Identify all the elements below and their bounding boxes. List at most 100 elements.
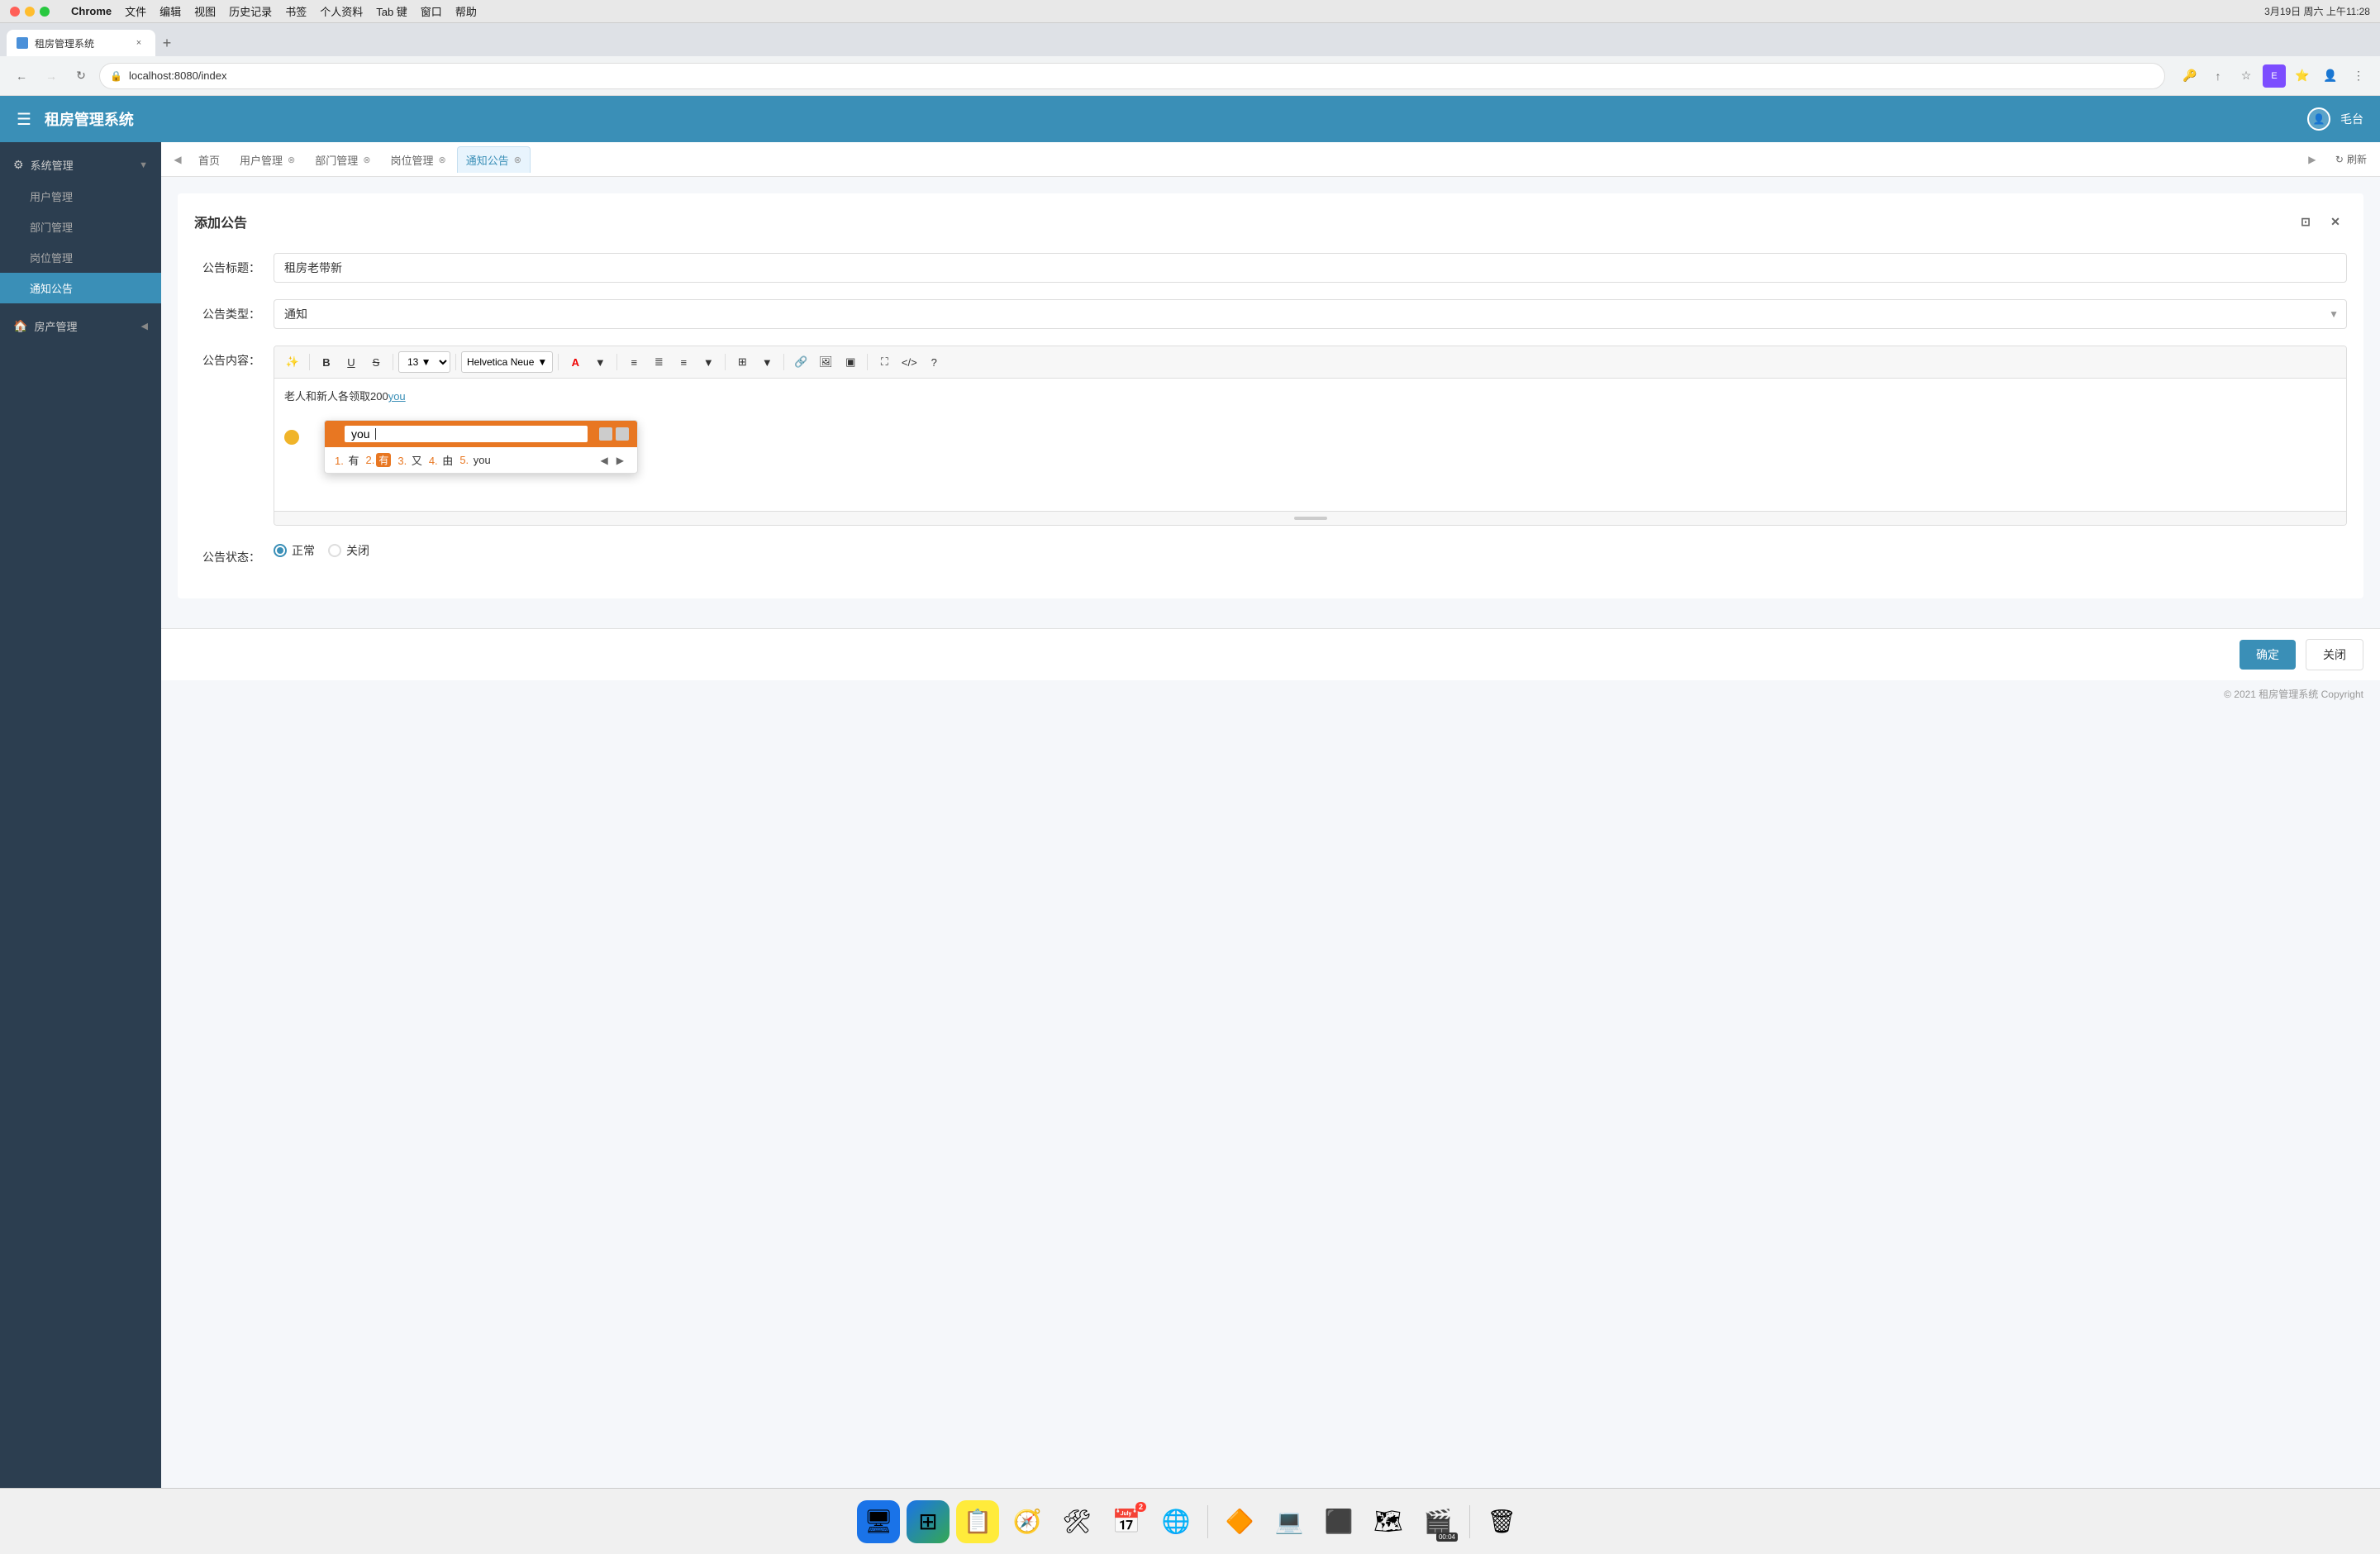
share-icon[interactable]: ↑ xyxy=(2206,64,2230,88)
editor-resize-handle[interactable] xyxy=(1294,517,1327,520)
forward-btn[interactable]: → xyxy=(40,64,63,88)
status-normal-radio[interactable]: 正常 xyxy=(274,542,315,559)
align-arrow[interactable]: ▼ xyxy=(697,351,720,373)
menu-profile[interactable]: 个人资料 xyxy=(320,3,363,19)
font-color-arrow[interactable]: ▼ xyxy=(588,351,612,373)
menu-history[interactable]: 历史记录 xyxy=(229,3,272,19)
menu-help[interactable]: 帮助 xyxy=(455,3,477,19)
ime-candidate-3[interactable]: 3. 又 xyxy=(397,452,421,468)
menu-dots-icon[interactable]: ⋮ xyxy=(2347,64,2370,88)
type-select[interactable]: 通知 公告 奖惩 xyxy=(274,299,2347,329)
dock-launchpad[interactable]: ⊞ xyxy=(907,1500,950,1543)
dock-chrome[interactable]: 🌐 xyxy=(1154,1500,1197,1543)
sidebar-item-notices[interactable]: 通知公告 xyxy=(0,273,161,303)
magic-btn[interactable]: ✨ xyxy=(281,351,304,373)
dock-terminal[interactable]: ⬛ xyxy=(1317,1500,1360,1543)
dock-maps[interactable]: 🗺 xyxy=(1367,1500,1410,1543)
reload-btn[interactable]: ↻ xyxy=(69,64,93,88)
dock-intellij[interactable]: 💻 xyxy=(1268,1500,1311,1543)
tab-pos-close[interactable]: ⊗ xyxy=(439,155,446,165)
close-panel-btn[interactable]: ✕ xyxy=(2324,210,2347,233)
editor-body[interactable]: 老人和新人各领取200you y xyxy=(274,379,2346,511)
video-btn[interactable]: ▣ xyxy=(839,351,862,373)
sidebar-section-system-header[interactable]: ⚙ 系统管理 ▼ xyxy=(0,149,161,181)
tab-home[interactable]: 首页 xyxy=(189,146,229,173)
ime-candidate-4[interactable]: 4. 由 xyxy=(429,452,453,468)
dock-trash[interactable]: 🗑 xyxy=(1480,1500,1523,1543)
ordered-list-btn[interactable]: ≣ xyxy=(647,351,670,373)
sidebar-item-departments[interactable]: 部门管理 xyxy=(0,212,161,242)
dock-notes[interactable]: 📋 xyxy=(956,1500,999,1543)
tab-positions[interactable]: 岗位管理 ⊗ xyxy=(381,146,455,173)
table-arrow[interactable]: ▼ xyxy=(755,351,778,373)
sidebar-item-users[interactable]: 用户管理 xyxy=(0,181,161,212)
menu-chrome[interactable]: Chrome xyxy=(71,5,112,17)
menu-file[interactable]: 文件 xyxy=(125,3,146,19)
user-profile-icon[interactable]: 👤 xyxy=(2319,64,2342,88)
ime-candidate-5[interactable]: 5. you xyxy=(459,454,490,466)
ime-candidate-1[interactable]: 1. 有 xyxy=(335,452,359,468)
menu-tab[interactable]: Tab 键 xyxy=(376,3,407,19)
confirm-btn[interactable]: 确定 xyxy=(2240,640,2296,670)
tab-dept-close[interactable]: ⊗ xyxy=(363,155,370,165)
new-tab-btn[interactable]: + xyxy=(155,31,178,55)
ime-prev-btn[interactable]: ◀ xyxy=(597,453,612,468)
sidebar-item-positions[interactable]: 岗位管理 xyxy=(0,242,161,273)
image-btn[interactable]: 🖼 xyxy=(814,351,837,373)
help-btn[interactable]: ? xyxy=(922,351,945,373)
minimize-window-btn[interactable] xyxy=(25,7,35,17)
password-icon[interactable]: 🔑 xyxy=(2178,64,2202,88)
ime-control-2[interactable] xyxy=(616,427,629,441)
underline-btn[interactable]: U xyxy=(340,351,363,373)
tab-users[interactable]: 用户管理 ⊗ xyxy=(231,146,304,173)
dock-appstore[interactable]: 🛠 xyxy=(1055,1500,1098,1543)
tab-notice-close[interactable]: ⊗ xyxy=(514,155,521,165)
close-window-btn[interactable] xyxy=(10,7,20,17)
refresh-btn[interactable]: ↻ 刷新 xyxy=(2329,149,2373,169)
ime-control-1[interactable] xyxy=(599,427,612,441)
code-btn[interactable]: </> xyxy=(897,351,921,373)
tab-next-btn[interactable]: ▶ xyxy=(2302,150,2322,169)
status-closed-radio[interactable]: 关闭 xyxy=(328,542,369,559)
tab-notices[interactable]: 通知公告 ⊗ xyxy=(457,146,531,173)
dock-finder[interactable]: 🖥 xyxy=(857,1500,900,1543)
menu-edit[interactable]: 编辑 xyxy=(159,3,181,19)
bold-btn[interactable]: B xyxy=(315,351,338,373)
dock-safari[interactable]: 🧭 xyxy=(1006,1500,1049,1543)
tab-users-close[interactable]: ⊗ xyxy=(288,155,295,165)
candidate-3-text: 又 xyxy=(412,455,422,467)
dock-video[interactable]: 🎬 00:04 xyxy=(1416,1500,1459,1543)
maximize-panel-btn[interactable]: ⊡ xyxy=(2294,210,2317,233)
fullscreen-btn[interactable]: ⛶ xyxy=(873,351,896,373)
dock-sublime[interactable]: 🔶 xyxy=(1218,1500,1261,1543)
link-btn[interactable]: 🔗 xyxy=(789,351,812,373)
font-color-btn[interactable]: A xyxy=(564,351,587,373)
extension-icon-2[interactable]: ⭐ xyxy=(2291,64,2314,88)
dock-calendar[interactable]: 📅 2 xyxy=(1105,1500,1148,1543)
font-size-select[interactable]: 13 ▼ xyxy=(398,351,450,373)
font-family-dropdown[interactable]: Helvetica Neue ▼ xyxy=(461,351,553,373)
tab-close-btn[interactable]: × xyxy=(132,36,145,50)
extension-icon-1[interactable]: E xyxy=(2263,64,2286,88)
address-bar-input[interactable]: 🔒 localhost:8080/index xyxy=(99,63,2165,89)
title-input[interactable] xyxy=(274,253,2347,283)
menu-view[interactable]: 视图 xyxy=(194,3,216,19)
sidebar-section-property-header[interactable]: 🏠 房产管理 ◀ xyxy=(0,310,161,342)
bookmark-icon[interactable]: ☆ xyxy=(2235,64,2258,88)
table-btn[interactable]: ⊞ xyxy=(731,351,754,373)
tab-departments[interactable]: 部门管理 ⊗ xyxy=(306,146,379,173)
maximize-window-btn[interactable] xyxy=(40,7,50,17)
menu-window[interactable]: 窗口 xyxy=(421,3,442,19)
strikethrough-btn[interactable]: S xyxy=(364,351,388,373)
ime-candidate-2[interactable]: 2. 有 xyxy=(365,453,391,467)
unordered-list-btn[interactable]: ≡ xyxy=(622,351,645,373)
menu-bookmarks[interactable]: 书签 xyxy=(285,3,307,19)
back-btn[interactable]: ← xyxy=(10,64,33,88)
align-btn[interactable]: ≡ xyxy=(672,351,695,373)
tab-prev-btn[interactable]: ◀ xyxy=(168,150,188,169)
sidebar-toggle-btn[interactable]: ☰ xyxy=(17,109,31,130)
chrome-tab-active[interactable]: 租房管理系统 × xyxy=(7,30,155,56)
user-avatar[interactable]: 👤 xyxy=(2307,107,2330,131)
ime-next-btn[interactable]: ▶ xyxy=(613,453,627,468)
cancel-btn[interactable]: 关闭 xyxy=(2306,639,2363,670)
